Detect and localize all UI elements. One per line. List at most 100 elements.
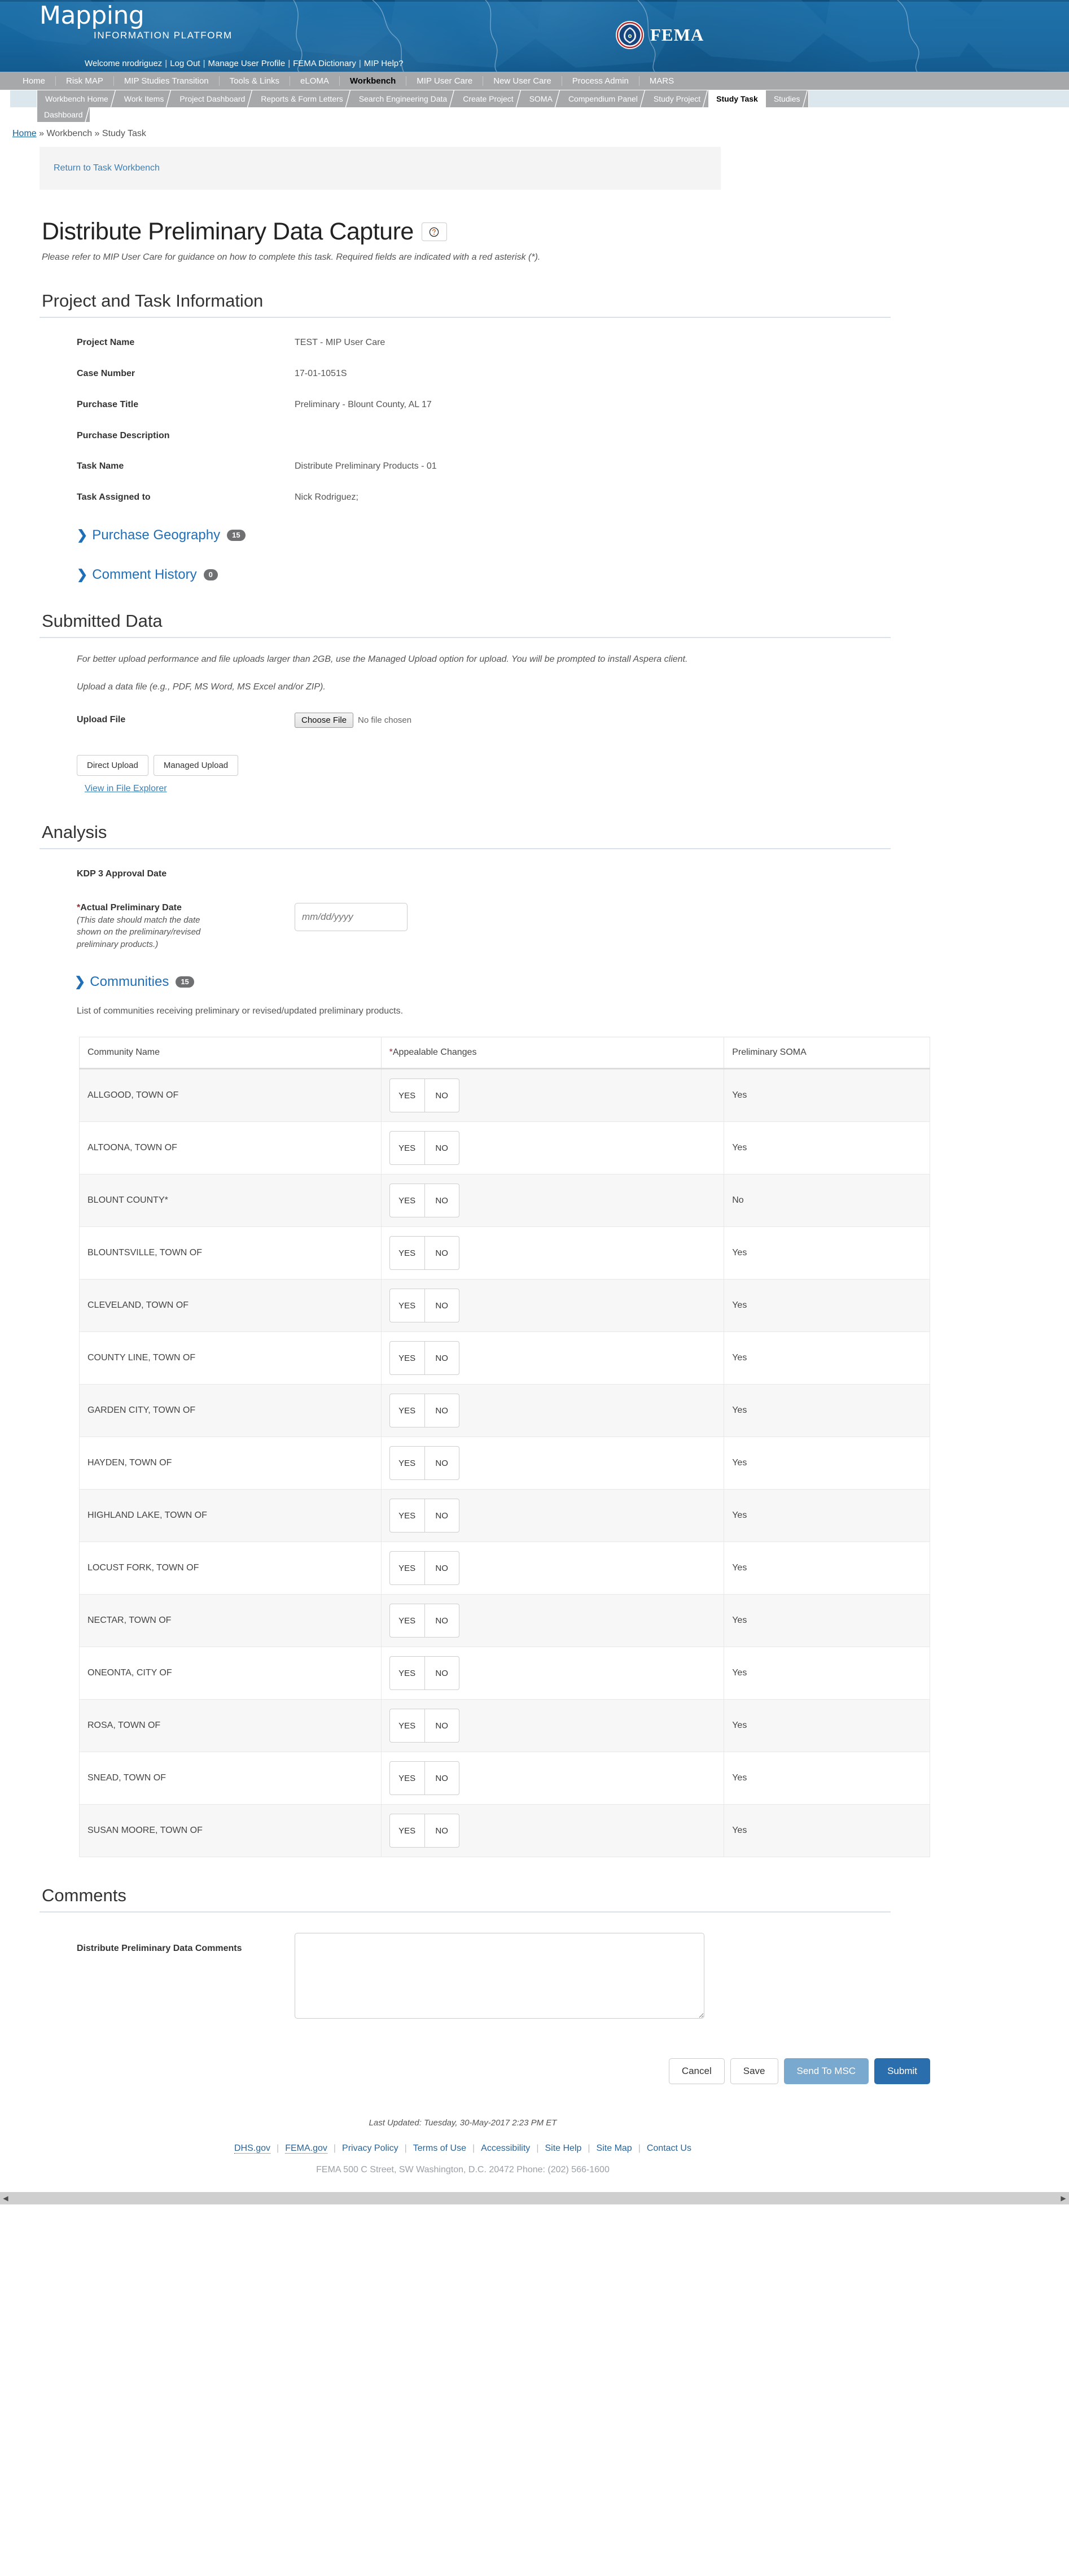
managed-upload-button[interactable]: Managed Upload [153,755,239,776]
appealable-changes-toggle-group[interactable]: YES NO [389,1604,459,1638]
view-in-file-explorer-link[interactable]: View in File Explorer [85,784,167,793]
disclosure-communities[interactable]: ❯ Communities 15 [40,974,886,990]
tab-study-project[interactable]: Study Project [645,90,709,107]
manage-user-profile-link[interactable]: Manage User Profile [208,59,285,68]
mip-help-link[interactable]: MIP Help? [364,59,404,68]
nav-item-mars[interactable]: MARS [639,76,684,86]
tab-studies[interactable]: Studies [765,90,809,107]
appealable-changes-toggle-group[interactable]: YES NO [389,1499,459,1533]
appealable-changes-no-option[interactable]: NO [424,1814,459,1848]
disclosure-purchase-geography[interactable]: ❯ Purchase Geography 15 [40,527,886,543]
appealable-changes-toggle-group[interactable]: YES NO [389,1394,459,1428]
appealable-changes-yes-option[interactable]: YES [390,1709,424,1742]
tab-create-project[interactable]: Create Project [455,90,523,107]
appealable-changes-yes-option[interactable]: YES [390,1184,424,1217]
site-logo[interactable]: Mapping INFORMATION PLATFORM [40,3,233,41]
cancel-button[interactable]: Cancel [668,2058,725,2085]
appealable-changes-toggle-group[interactable]: YES NO [389,1289,459,1323]
tab-project-dashboard[interactable]: Project Dashboard [172,90,254,107]
choose-file-button[interactable]: Choose File [295,713,354,728]
submit-button[interactable]: Submit [874,2058,930,2085]
footer-link-contact-us[interactable]: Contact Us [647,2143,691,2153]
footer-link-accessibility[interactable]: Accessibility [481,2143,530,2153]
appealable-changes-yes-option[interactable]: YES [390,1289,424,1322]
nav-item-risk-map[interactable]: Risk MAP [56,76,114,86]
appealable-changes-no-option[interactable]: NO [424,1079,459,1112]
appealable-changes-yes-option[interactable]: YES [390,1132,424,1164]
nav-item-tools-links[interactable]: Tools & Links [220,76,291,86]
horizontal-scrollbar[interactable]: ◀ ▶ [0,2192,1069,2205]
appealable-changes-no-option[interactable]: NO [424,1342,459,1375]
footer-link-site-map[interactable]: Site Map [597,2143,632,2153]
appealable-changes-no-option[interactable]: NO [424,1552,459,1585]
appealable-changes-toggle-group[interactable]: YES NO [389,1184,459,1218]
tab-soma[interactable]: SOMA [521,90,562,107]
appealable-changes-yes-option[interactable]: YES [390,1657,424,1689]
nav-item-mip-user-care[interactable]: MIP User Care [406,76,484,86]
direct-upload-button[interactable]: Direct Upload [77,755,148,776]
appealable-changes-toggle-group[interactable]: YES NO [389,1551,459,1586]
appealable-changes-no-option[interactable]: NO [424,1499,459,1532]
scroll-right-arrow-icon[interactable]: ▶ [1058,2194,1069,2202]
appealable-changes-yes-option[interactable]: YES [390,1499,424,1532]
appealable-changes-toggle-group[interactable]: YES NO [389,1131,459,1165]
return-to-task-workbench-link[interactable]: Return to Task Workbench [54,163,160,173]
footer-link-dhs-gov[interactable]: DHS.gov [234,2143,271,2154]
appealable-changes-toggle-group[interactable]: YES NO [389,1236,459,1270]
save-button[interactable]: Save [730,2058,778,2085]
actual-preliminary-date-input[interactable] [295,903,408,932]
appealable-changes-yes-option[interactable]: YES [390,1237,424,1269]
appealable-changes-no-option[interactable]: NO [424,1604,459,1638]
breadcrumb-home-link[interactable]: Home [12,129,37,138]
appealable-changes-no-option[interactable]: NO [424,1657,459,1690]
appealable-changes-toggle-group[interactable]: YES NO [389,1761,459,1796]
nav-item-home[interactable]: Home [12,76,56,86]
appealable-changes-yes-option[interactable]: YES [390,1447,424,1479]
fema-dictionary-link[interactable]: FEMA Dictionary [293,59,356,68]
tab-reports-form-letters[interactable]: Reports & Form Letters [253,90,352,107]
tab-work-items[interactable]: Work Items [116,90,172,107]
file-input-widget[interactable]: Choose File No file chosen [295,713,411,728]
appealable-changes-toggle-group[interactable]: YES NO [389,1656,459,1691]
log-out-link[interactable]: Log Out [170,59,200,68]
appealable-changes-yes-option[interactable]: YES [390,1079,424,1112]
page-help-button[interactable] [421,222,447,242]
send-to-msc-button[interactable]: Send To MSC [783,2058,869,2085]
nav-item-workbench[interactable]: Workbench [340,76,407,86]
appealable-changes-toggle-group[interactable]: YES NO [389,1814,459,1848]
appealable-changes-no-option[interactable]: NO [424,1237,459,1270]
tab-workbench-home[interactable]: Workbench Home [37,90,117,107]
appealable-changes-no-option[interactable]: NO [424,1709,459,1743]
tab-dashboard[interactable]: Dashboard [37,107,90,122]
appealable-changes-no-option[interactable]: NO [424,1762,459,1795]
nav-item-process-admin[interactable]: Process Admin [562,76,639,86]
nav-item-mip-studies-transition[interactable]: MIP Studies Transition [114,76,220,86]
appealable-changes-yes-option[interactable]: YES [390,1762,424,1795]
appealable-changes-yes-option[interactable]: YES [390,1552,424,1584]
appealable-changes-yes-option[interactable]: YES [390,1394,424,1427]
appealable-changes-toggle-group[interactable]: YES NO [389,1341,459,1376]
appealable-changes-yes-option[interactable]: YES [390,1604,424,1637]
tab-study-task[interactable]: Study Task [708,90,766,107]
appealable-changes-toggle-group[interactable]: YES NO [389,1709,459,1743]
distribute-preliminary-data-comments-textarea[interactable] [295,1933,704,2019]
tab-search-engineering-data[interactable]: Search Engineering Data [351,90,456,107]
appealable-changes-toggle-group[interactable]: YES NO [389,1079,459,1113]
appealable-changes-no-option[interactable]: NO [424,1289,459,1322]
appealable-changes-no-option[interactable]: NO [424,1394,459,1427]
scroll-left-arrow-icon[interactable]: ◀ [0,2194,11,2202]
footer-link-terms-of-use[interactable]: Terms of Use [413,2143,466,2153]
appealable-changes-toggle-group[interactable]: YES NO [389,1446,459,1481]
appealable-changes-no-option[interactable]: NO [424,1184,459,1217]
nav-item-new-user-care[interactable]: New User Care [483,76,562,86]
appealable-changes-no-option[interactable]: NO [424,1447,459,1480]
nav-item-eloma[interactable]: eLOMA [290,76,340,86]
disclosure-comment-history[interactable]: ❯ Comment History 0 [40,567,886,583]
appealable-changes-yes-option[interactable]: YES [390,1814,424,1847]
appealable-changes-yes-option[interactable]: YES [390,1342,424,1374]
footer-link-fema-gov[interactable]: FEMA.gov [285,2143,327,2154]
appealable-changes-no-option[interactable]: NO [424,1132,459,1165]
tab-compendium-panel[interactable]: Compendium Panel [560,90,646,107]
footer-link-site-help[interactable]: Site Help [545,2143,581,2153]
footer-link-privacy-policy[interactable]: Privacy Policy [342,2143,398,2153]
